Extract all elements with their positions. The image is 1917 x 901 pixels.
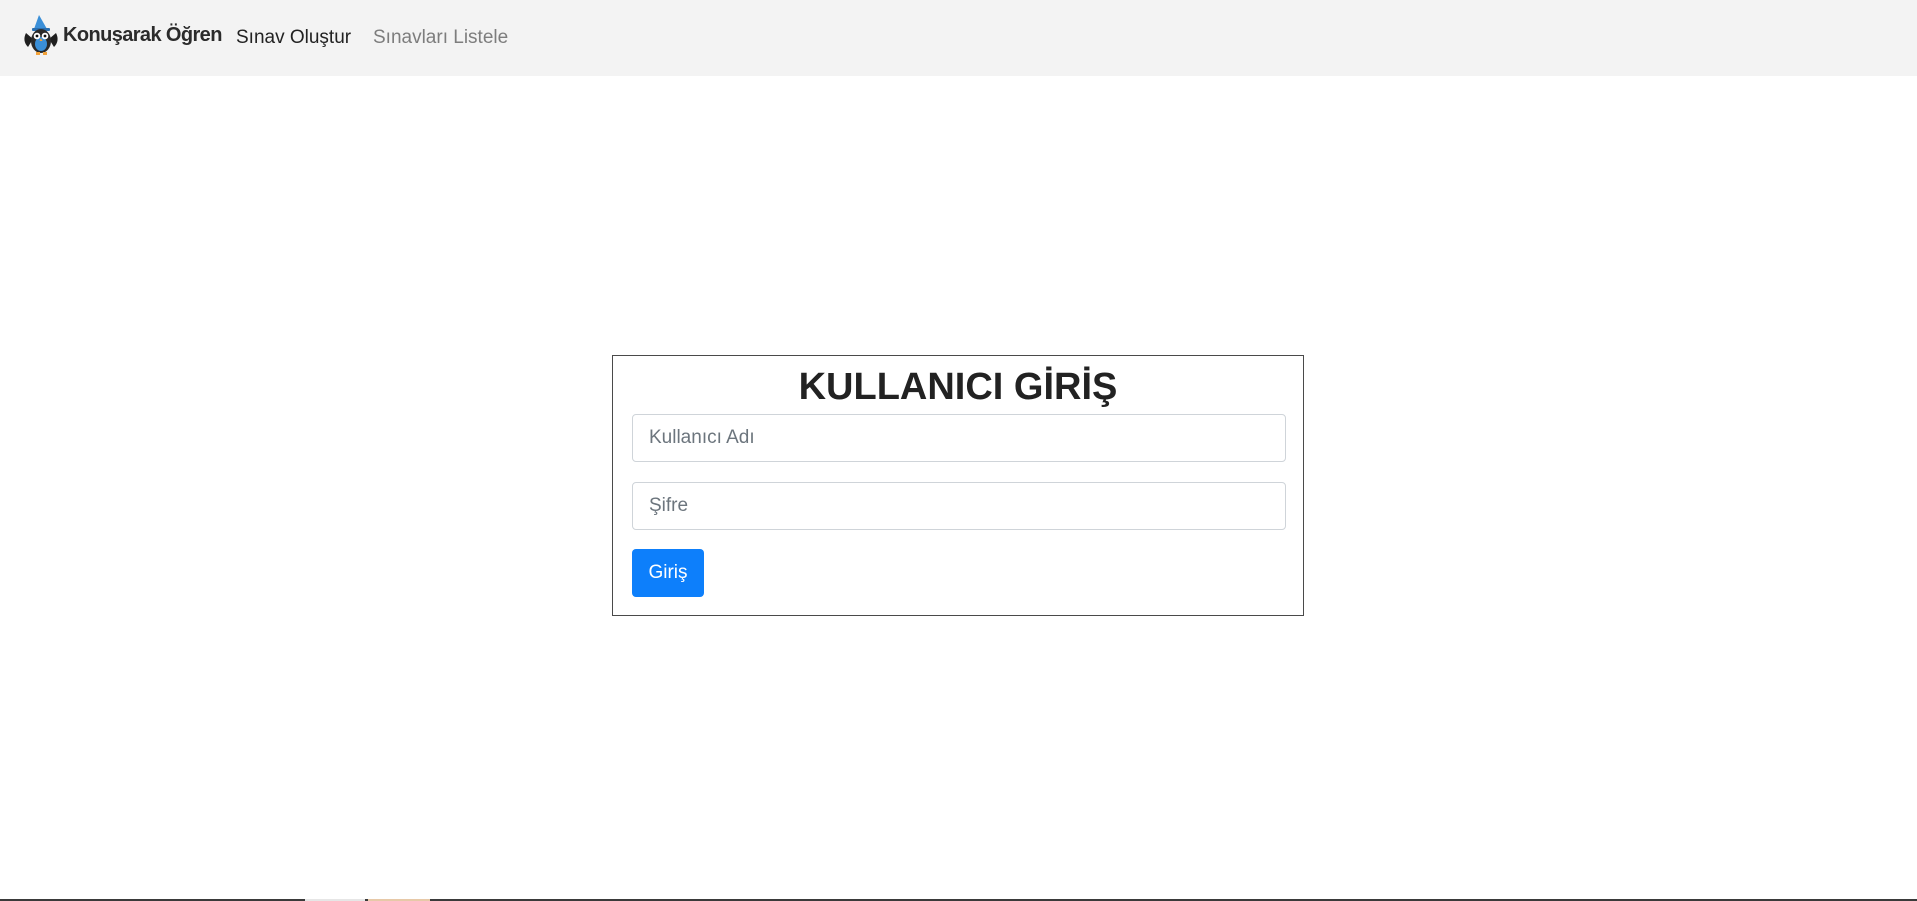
login-submit-button[interactable]: Giriş	[632, 549, 704, 597]
brand-name: Konuşarak Öğren	[63, 23, 222, 46]
owl-mascot-icon	[24, 15, 58, 55]
nav-link-list-exams[interactable]: Sınavları Listele	[373, 26, 508, 50]
login-form: KULLANICI GİRİŞ Giriş	[612, 355, 1304, 616]
login-title: KULLANICI GİRİŞ	[798, 366, 1118, 408]
nav-link-create-exam[interactable]: Sınav Oluştur	[236, 26, 351, 50]
brand-logo-link[interactable]: Konuşarak Öğren	[22, 13, 222, 57]
top-navbar: Konuşarak Öğren Sınav Oluştur Sınavları …	[0, 0, 1917, 76]
username-input[interactable]	[632, 414, 1286, 462]
password-input[interactable]	[632, 482, 1286, 530]
